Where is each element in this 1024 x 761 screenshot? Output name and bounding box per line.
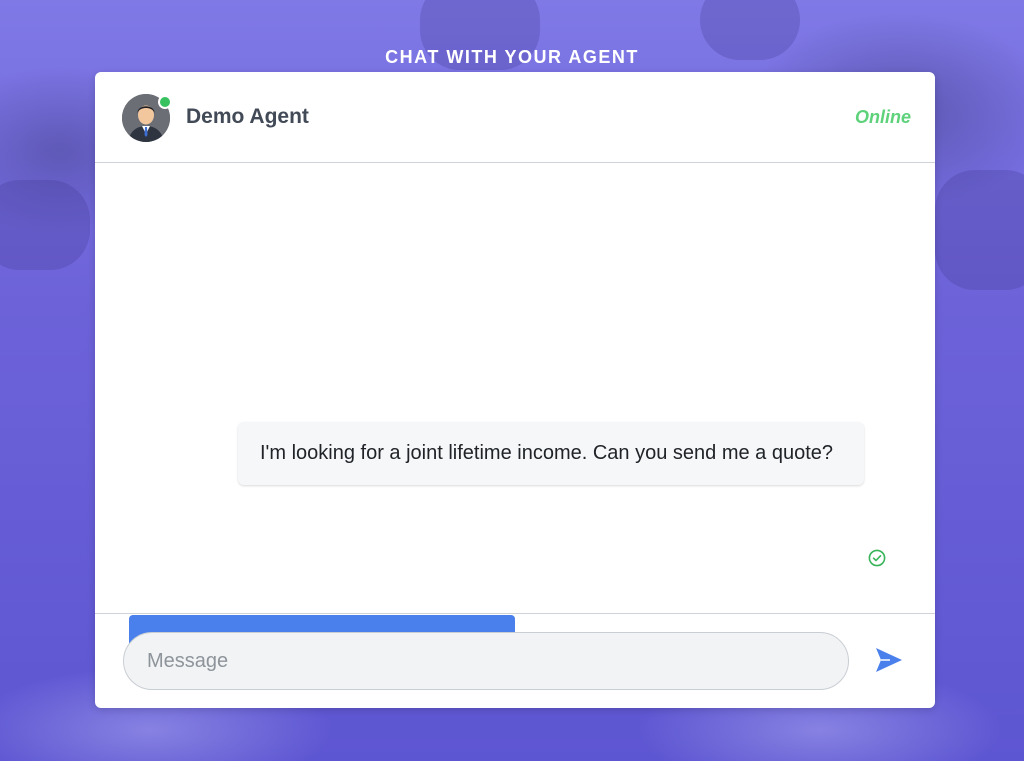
check-circle-icon [868,549,886,567]
online-indicator [158,95,172,109]
chat-header: Demo Agent Online [95,72,935,163]
page-heading: CHAT WITH YOUR AGENT [385,47,639,67]
message-composer [95,613,935,708]
user-message-bubble: I'm looking for a joint lifetime income.… [238,422,864,485]
send-icon [874,646,904,679]
chat-window: Demo Agent Online I'm looking for a join… [95,72,935,708]
agent-name: Demo Agent [186,105,309,128]
status-label: Online [854,107,911,127]
send-button[interactable] [872,645,906,679]
agent-avatar[interactable] [122,94,172,142]
background-shape [0,180,90,270]
message-input[interactable] [123,632,849,690]
message-list: I'm looking for a joint lifetime income.… [95,163,935,671]
background-shape [935,170,1024,290]
